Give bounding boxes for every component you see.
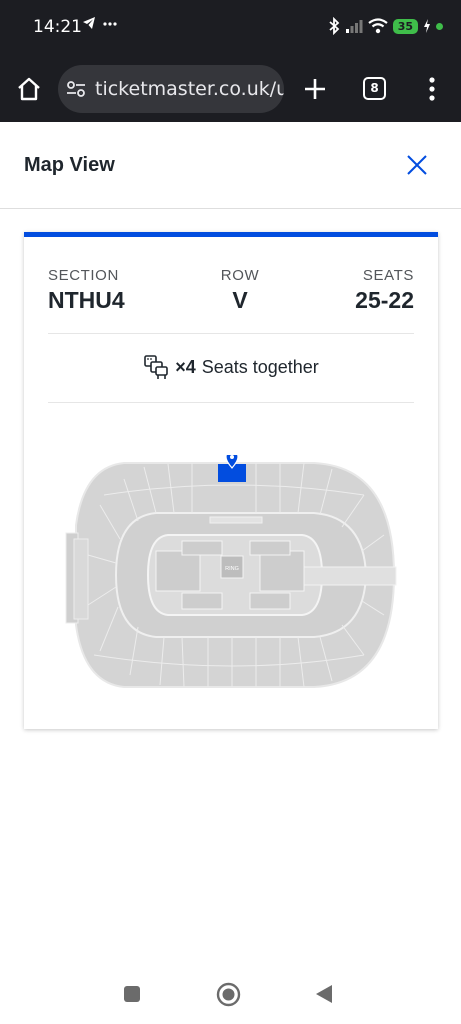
divider [48, 333, 414, 334]
browser-toolbar: ticketmaster.co.uk/us 8 [0, 56, 461, 122]
left-side-block [73, 538, 89, 620]
bluetooth-icon [329, 17, 340, 35]
charging-icon [424, 19, 430, 33]
url-text[interactable]: ticketmaster.co.uk/us [95, 78, 284, 100]
tab-switcher-button[interactable]: 8 [363, 77, 386, 100]
recents-button[interactable] [123, 985, 141, 1003]
row-label: ROW [220, 267, 260, 284]
new-tab-icon[interactable] [302, 76, 328, 102]
battery-icon: 35 [392, 18, 418, 34]
section-value: NTHU4 [48, 287, 125, 313]
together-count: ×4 [175, 356, 196, 377]
overflow-menu-icon[interactable] [424, 75, 440, 103]
row-value: V [232, 287, 248, 313]
row-info: ROW V [220, 267, 260, 314]
ring-label: RING [225, 566, 239, 572]
page-header: Map View [0, 122, 461, 209]
home-icon[interactable] [16, 76, 42, 102]
site-settings-icon[interactable] [66, 79, 86, 99]
seats-label: SEATS [362, 267, 414, 284]
seats-together: ×4 Seats together [24, 354, 438, 380]
home-nav-button[interactable] [216, 982, 241, 1007]
ticket-card: SECTION NTHU4 ROW V SEATS 25-22 ×4 Seats… [24, 232, 438, 729]
venue-map[interactable]: RING [64, 455, 398, 695]
section-info: SECTION NTHU4 [48, 267, 125, 314]
seats-info: SEATS 25-22 [355, 267, 414, 314]
more-dots-icon [103, 22, 117, 26]
seats-together-icon [144, 355, 168, 379]
section-label: SECTION [48, 267, 119, 284]
divider [48, 402, 414, 403]
signal-icon [345, 20, 363, 33]
status-bar: 14:21 35 [0, 0, 461, 56]
privacy-indicator-dot [436, 22, 443, 30]
back-button[interactable] [314, 984, 334, 1004]
wifi-icon [368, 18, 388, 34]
status-time: 14:21 [33, 17, 82, 37]
together-text: Seats together [201, 356, 319, 377]
address-bar[interactable]: ticketmaster.co.uk/us [58, 65, 284, 113]
close-icon[interactable] [404, 152, 430, 178]
seats-value: 25-22 [355, 287, 414, 313]
telegram-icon [83, 17, 95, 29]
page-title: Map View [24, 154, 115, 176]
